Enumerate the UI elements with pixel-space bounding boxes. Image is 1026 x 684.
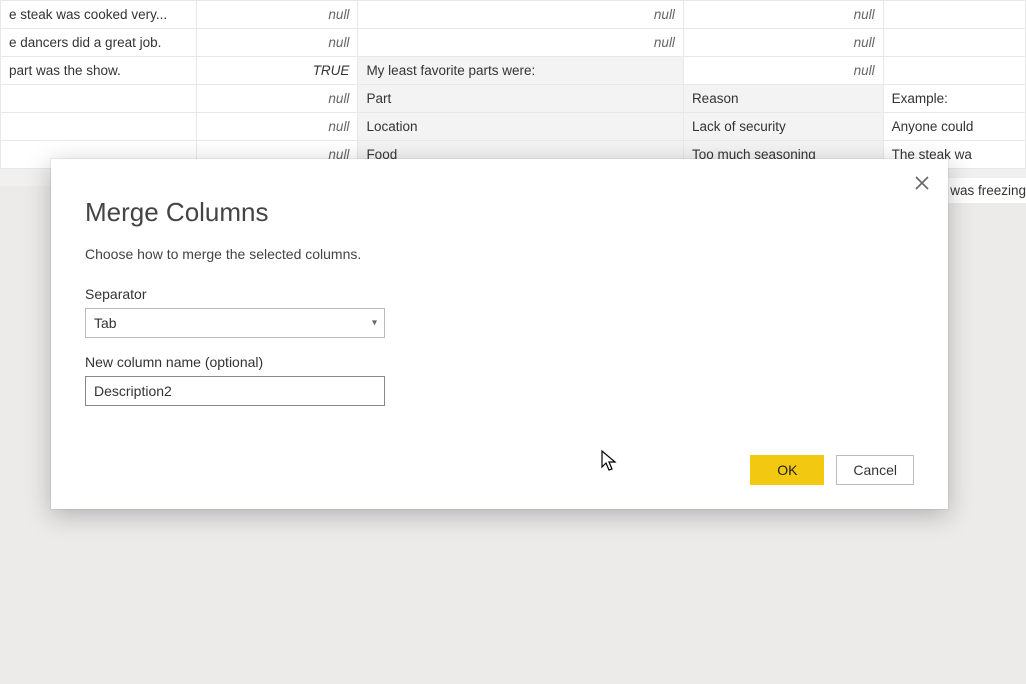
table-cell[interactable]: Example: — [883, 85, 1025, 113]
table-row[interactable]: nullLocationLack of securityAnyone could — [1, 113, 1026, 141]
table-cell[interactable]: null — [197, 113, 358, 141]
table-cell[interactable]: Part — [358, 85, 684, 113]
table-cell[interactable]: null — [683, 29, 883, 57]
ok-button[interactable]: OK — [750, 455, 824, 485]
table-cell[interactable] — [1, 113, 197, 141]
table-cell[interactable]: null — [358, 29, 684, 57]
column-name-label: New column name (optional) — [85, 354, 914, 370]
table-cell[interactable]: null — [197, 85, 358, 113]
table-row[interactable]: e dancers did a great job.nullnullnull — [1, 29, 1026, 57]
merge-columns-dialog: Merge Columns Choose how to merge the se… — [51, 159, 948, 509]
trailing-cell: was freezing — [945, 178, 1026, 203]
dialog-buttons: OK Cancel — [750, 455, 914, 485]
separator-select[interactable]: Tab — [85, 308, 385, 338]
table-cell[interactable]: e steak was cooked very... — [1, 1, 197, 29]
column-name-input[interactable] — [85, 376, 385, 406]
table-row[interactable]: nullPartReasonExample: — [1, 85, 1026, 113]
table-cell[interactable]: Reason — [683, 85, 883, 113]
table-cell[interactable]: null — [683, 1, 883, 29]
separator-label: Separator — [85, 286, 914, 302]
table-cell[interactable]: null — [358, 1, 684, 29]
table-row[interactable]: e steak was cooked very...nullnullnull — [1, 1, 1026, 29]
cancel-button[interactable]: Cancel — [836, 455, 914, 485]
separator-select-wrap: Tab ▾ — [85, 308, 385, 338]
table-cell[interactable]: Lack of security — [683, 113, 883, 141]
table-cell[interactable] — [883, 57, 1025, 85]
table-cell[interactable]: My least favorite parts were: — [358, 57, 684, 85]
table-cell[interactable]: null — [197, 29, 358, 57]
close-icon — [915, 176, 929, 190]
table-cell[interactable]: Anyone could — [883, 113, 1025, 141]
table-row[interactable]: part was the show.TRUEMy least favorite … — [1, 57, 1026, 85]
table-cell[interactable]: part was the show. — [1, 57, 197, 85]
table-cell[interactable] — [1, 85, 197, 113]
table-cell[interactable]: null — [683, 57, 883, 85]
table-cell[interactable]: TRUE — [197, 57, 358, 85]
table-cell[interactable] — [883, 1, 1025, 29]
data-grid[interactable]: e steak was cooked very...nullnullnulle … — [0, 0, 1026, 169]
dialog-subtitle: Choose how to merge the selected columns… — [85, 246, 914, 262]
table-cell[interactable]: e dancers did a great job. — [1, 29, 197, 57]
table-cell[interactable]: null — [197, 1, 358, 29]
table-cell[interactable]: Location — [358, 113, 684, 141]
table-cell[interactable] — [883, 29, 1025, 57]
dialog-title: Merge Columns — [85, 197, 914, 228]
close-button[interactable] — [910, 171, 934, 195]
